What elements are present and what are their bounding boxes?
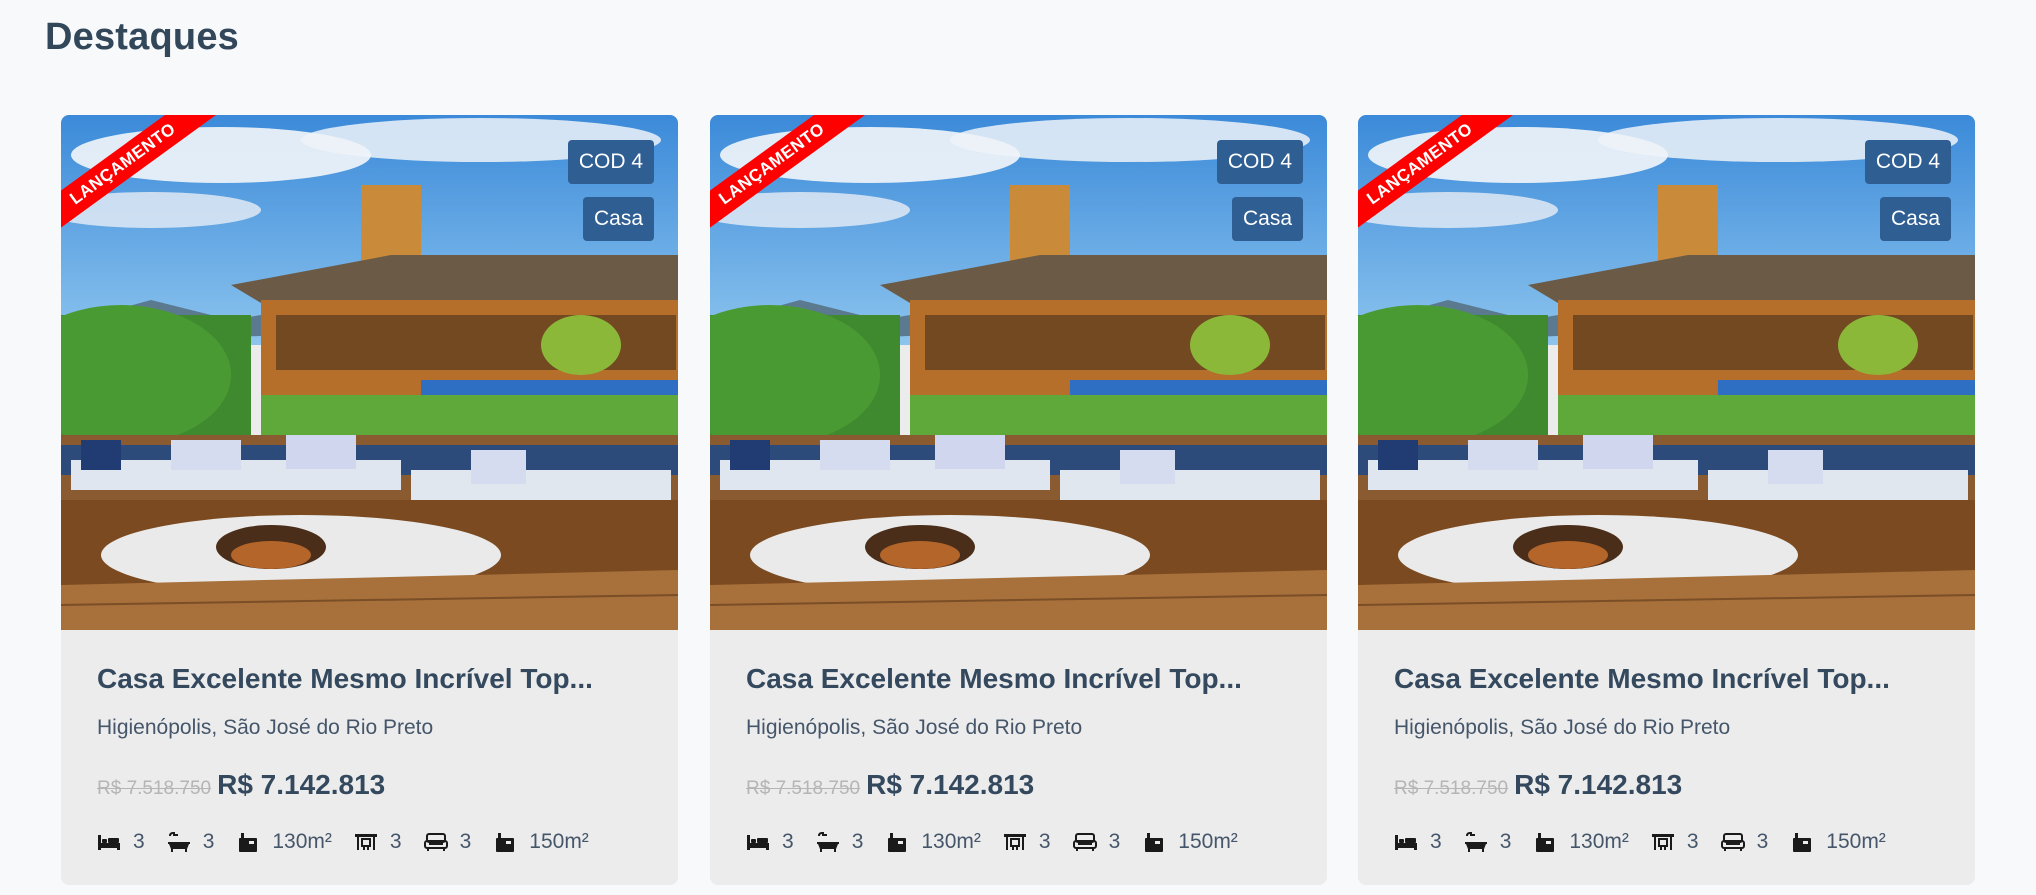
feature-value: 130m²: [921, 830, 981, 853]
feature-value: 3: [1756, 830, 1769, 853]
card-body: Casa Excelente Mesmo Incrível Top... Hig…: [710, 663, 1327, 854]
total-area-icon: [493, 832, 517, 852]
feature-value: 3: [1038, 830, 1051, 853]
feature-value: 3: [851, 830, 864, 853]
property-features: 3 3 130m² 3 3 150m²: [746, 830, 1291, 854]
parking-icon: [1003, 832, 1027, 852]
feature-item: 130m²: [236, 830, 332, 854]
card-body: Casa Excelente Mesmo Incrível Top... Hig…: [1358, 663, 1975, 854]
feature-item: 3: [1651, 830, 1699, 854]
feature-value: 3: [1430, 830, 1442, 853]
feature-value: 150m²: [1178, 830, 1238, 853]
property-photo-link[interactable]: LANÇAMENTO COD 4 Casa: [61, 115, 678, 630]
feature-value: 3: [133, 830, 145, 853]
feature-item: 3: [97, 830, 145, 854]
feature-item: 150m²: [1142, 830, 1238, 854]
total-area-icon: [1790, 832, 1814, 852]
property-title[interactable]: Casa Excelente Mesmo Incrível Top...: [97, 663, 617, 695]
sofa-icon: [1072, 832, 1097, 852]
property-photo: [1358, 115, 1975, 630]
property-photo-link[interactable]: LANÇAMENTO COD 4 Casa: [1358, 115, 1975, 630]
area-icon: [885, 832, 909, 852]
feature-item: 3: [1720, 830, 1769, 854]
property-photo: [61, 115, 678, 630]
property-location: Higienópolis, São José do Rio Preto: [746, 716, 1083, 739]
feature-item: 150m²: [493, 830, 589, 854]
feature-value: 150m²: [1826, 830, 1886, 853]
property-code-badge: COD 4: [567, 140, 654, 184]
sofa-icon: [1720, 832, 1745, 852]
property-type-badge: Casa: [1231, 197, 1303, 241]
property-location: Higienópolis, São José do Rio Preto: [1394, 716, 1731, 739]
bed-icon: [97, 832, 121, 852]
property-type-badge: Casa: [582, 197, 654, 241]
feature-value: 130m²: [272, 830, 332, 853]
feature-item: 3: [816, 830, 864, 854]
old-price: R$ 7.518.750: [1394, 778, 1509, 799]
card-body: Casa Excelente Mesmo Incrível Top... Hig…: [61, 663, 678, 854]
property-photo: [710, 115, 1327, 630]
feature-value: 3: [202, 830, 215, 853]
feature-item: 3: [354, 830, 402, 854]
old-price: R$ 7.518.750: [97, 778, 212, 799]
sofa-icon: [423, 832, 448, 852]
property-title[interactable]: Casa Excelente Mesmo Incrível Top...: [1394, 663, 1914, 695]
property-features: 3 3 130m² 3 3 150m²: [1394, 830, 1939, 854]
feature-item: 3: [1394, 830, 1442, 854]
feature-value: 150m²: [529, 830, 589, 853]
parking-icon: [354, 832, 378, 852]
property-title[interactable]: Casa Excelente Mesmo Incrível Top...: [746, 663, 1266, 695]
price-row: R$ 7.518.750 R$ 7.142.813: [1394, 769, 1939, 801]
feature-item: 3: [167, 830, 215, 854]
feature-item: 130m²: [1533, 830, 1629, 854]
total-area-icon: [1142, 832, 1166, 852]
price-row: R$ 7.518.750 R$ 7.142.813: [746, 769, 1291, 801]
property-code-badge: COD 4: [1216, 140, 1303, 184]
feature-value: 3: [389, 830, 402, 853]
parking-icon: [1651, 832, 1675, 852]
area-icon: [1533, 832, 1557, 852]
current-price: R$ 7.142.813: [866, 769, 1035, 800]
feature-item: 3: [1464, 830, 1512, 854]
section-title: Destaques: [45, 16, 239, 58]
bathtub-icon: [1464, 832, 1488, 852]
property-features: 3 3 130m² 3 3 150m²: [97, 830, 642, 854]
property-photo-link[interactable]: LANÇAMENTO COD 4 Casa: [710, 115, 1327, 630]
property-type-badge: Casa: [1879, 197, 1951, 241]
current-price: R$ 7.142.813: [1514, 769, 1683, 800]
property-location: Higienópolis, São José do Rio Preto: [97, 716, 434, 739]
feature-item: 150m²: [1790, 830, 1886, 854]
property-card[interactable]: LANÇAMENTO COD 4 Casa Casa Excelente Mes…: [710, 115, 1327, 885]
property-code-badge: COD 4: [1864, 140, 1951, 184]
feature-item: 3: [746, 830, 794, 854]
feature-item: 130m²: [885, 830, 981, 854]
current-price: R$ 7.142.813: [217, 769, 386, 800]
property-card[interactable]: LANÇAMENTO COD 4 Casa Casa Excelente Mes…: [61, 115, 678, 885]
bed-icon: [746, 832, 770, 852]
feature-value: 3: [1686, 830, 1699, 853]
bathtub-icon: [167, 832, 191, 852]
feature-item: 3: [1072, 830, 1121, 854]
bathtub-icon: [816, 832, 840, 852]
feature-value: 3: [782, 830, 794, 853]
old-price: R$ 7.518.750: [746, 778, 861, 799]
feature-value: 3: [1499, 830, 1512, 853]
bed-icon: [1394, 832, 1418, 852]
feature-item: 3: [423, 830, 472, 854]
price-row: R$ 7.518.750 R$ 7.142.813: [97, 769, 642, 801]
feature-value: 3: [1108, 830, 1121, 853]
feature-value: 3: [459, 830, 472, 853]
feature-value: 130m²: [1569, 830, 1629, 853]
property-card[interactable]: LANÇAMENTO COD 4 Casa Casa Excelente Mes…: [1358, 115, 1975, 885]
feature-item: 3: [1003, 830, 1051, 854]
area-icon: [236, 832, 260, 852]
